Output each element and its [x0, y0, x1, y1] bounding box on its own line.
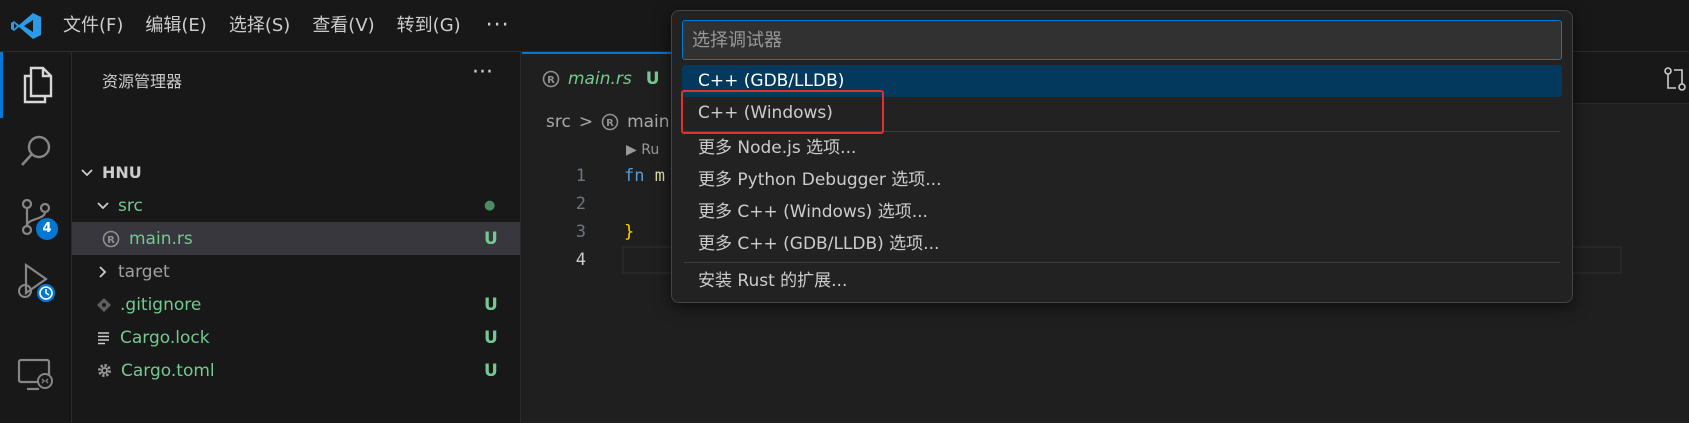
- line-number: 3: [575, 222, 586, 242]
- tab-label: main.rs: [568, 69, 632, 89]
- explorer-activity[interactable]: [0, 52, 72, 118]
- search-icon: [21, 135, 51, 166]
- more-cpp-windows-options[interactable]: 更多 C++ (Windows) 选项...: [682, 196, 1562, 228]
- vscode-window: 文件(F) 编辑(E) 选择(S) 查看(V) 转到(G) ··· 4 资源管理…: [0, 0, 1689, 423]
- text-file-icon: [98, 331, 109, 344]
- breadcrumb: src > R main: [546, 112, 670, 132]
- tree-file-gitignore[interactable]: .gitignore U: [72, 288, 520, 321]
- menu-more-button[interactable]: ···: [472, 0, 524, 52]
- gear-icon: [98, 364, 111, 377]
- tree-label: src: [118, 195, 143, 216]
- separator: [684, 262, 1560, 263]
- svg-text:R: R: [547, 75, 555, 86]
- breadcrumb-separator: >: [578, 112, 594, 132]
- menu-selection[interactable]: 选择(S): [218, 0, 301, 52]
- rust-file-icon: R: [102, 230, 120, 247]
- modified-dot: ●: [484, 198, 496, 213]
- svg-text:R: R: [107, 235, 115, 246]
- activity-bar: 4: [0, 52, 72, 423]
- untracked-status: U: [484, 327, 498, 348]
- line-content[interactable]: fn m: [624, 162, 665, 190]
- explorer-sidebar: 资源管理器 ··· HNU src ● R main.rs U target .…: [72, 52, 521, 423]
- source-control-activity[interactable]: 4: [0, 184, 72, 250]
- tree-folder-hnu[interactable]: HNU: [72, 156, 520, 189]
- chevron-right-icon: [99, 265, 107, 278]
- explorer-title: 资源管理器: [102, 72, 183, 91]
- chevron-down-icon: [81, 168, 93, 176]
- more-nodejs-options[interactable]: 更多 Node.js 选项...: [682, 132, 1562, 164]
- breadcrumb-folder[interactable]: src: [546, 112, 571, 132]
- tree-label: HNU: [102, 163, 142, 182]
- run-codelens[interactable]: ▶ Ru: [626, 142, 659, 158]
- tree-label: .gitignore: [120, 294, 202, 315]
- tree-folder-target[interactable]: target: [72, 255, 520, 288]
- files-icon: [23, 66, 52, 104]
- line-number: 1: [575, 166, 586, 186]
- rust-file-icon: R: [601, 113, 619, 131]
- untracked-status: U: [484, 360, 498, 381]
- rust-file-icon: R: [542, 70, 560, 88]
- menu-view[interactable]: 查看(V): [301, 0, 385, 52]
- remote-explorer-activity[interactable]: [0, 342, 72, 408]
- git-file-icon: [97, 297, 111, 312]
- tree-label: target: [118, 261, 170, 282]
- untracked-status: U: [484, 294, 498, 315]
- menu-bar: 文件(F) 编辑(E) 选择(S) 查看(V) 转到(G) ···: [52, 0, 524, 52]
- scm-count-badge: 4: [36, 218, 58, 240]
- annotation-highlight-box: [681, 90, 884, 134]
- vscode-logo-icon[interactable]: [10, 12, 42, 40]
- keyword: fn: [624, 166, 645, 186]
- line-content[interactable]: }: [624, 218, 634, 246]
- breadcrumb-file[interactable]: main: [627, 112, 669, 132]
- compare-changes-icon[interactable]: [1662, 66, 1688, 92]
- menu-edit[interactable]: 编辑(E): [134, 0, 217, 52]
- tree-folder-src[interactable]: src ●: [72, 189, 520, 222]
- tab-untracked-status: U: [645, 69, 660, 89]
- menu-go[interactable]: 转到(G): [386, 0, 472, 52]
- more-cpp-gdb-lldb-options[interactable]: 更多 C++ (GDB/LLDB) 选项...: [682, 228, 1562, 260]
- chevron-down-icon: [97, 201, 109, 209]
- tree-file-cargo-toml[interactable]: Cargo.toml U: [72, 354, 520, 387]
- remote-explorer-icon: [17, 358, 53, 391]
- menu-file[interactable]: 文件(F): [52, 0, 134, 52]
- run-debug-icon: [18, 262, 55, 302]
- search-activity[interactable]: [0, 118, 72, 184]
- tab-main-rs[interactable]: R main.rs U: [522, 52, 672, 104]
- tree-label: main.rs: [129, 228, 193, 249]
- tree-label: Cargo.lock: [120, 327, 210, 348]
- explorer-more-button[interactable]: ···: [472, 60, 493, 85]
- svg-text:R: R: [606, 118, 614, 129]
- run-debug-activity[interactable]: [0, 250, 72, 316]
- quick-pick-input[interactable]: [682, 20, 1562, 60]
- line-number: 2: [575, 194, 586, 214]
- line-number: 4: [575, 250, 586, 270]
- install-rust-extension[interactable]: 安装 Rust 的扩展...: [682, 265, 1562, 297]
- tree-file-cargo-lock[interactable]: Cargo.lock U: [72, 321, 520, 354]
- tree-file-main-rs[interactable]: R main.rs U: [72, 222, 520, 255]
- code-text: m: [644, 166, 665, 186]
- select-debugger-quick-pick: C++ (GDB/LLDB) C++ (Windows) 更多 Node.js …: [671, 10, 1573, 303]
- tree-label: Cargo.toml: [121, 360, 215, 381]
- more-python-debugger-options[interactable]: 更多 Python Debugger 选项...: [682, 164, 1562, 196]
- untracked-status: U: [484, 228, 498, 249]
